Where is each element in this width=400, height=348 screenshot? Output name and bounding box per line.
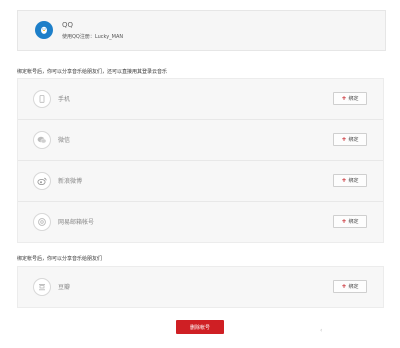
bind-note-1: 绑定帐号后，你可以分享音乐给朋友们，还可以直接用其登录云音乐 xyxy=(17,69,168,75)
bind-row-wechat: 微信 + 绑定 xyxy=(18,120,383,161)
bind-row-douban: 豆瓣 + 绑定 xyxy=(18,267,383,307)
bind-weibo-button[interactable]: + 绑定 xyxy=(333,174,367,187)
wechat-icon xyxy=(33,131,51,149)
bind-row-label: 新浪微博 xyxy=(58,178,83,185)
phone-icon xyxy=(33,90,51,108)
plus-icon: + xyxy=(341,95,347,102)
plus-icon: + xyxy=(341,218,347,225)
bind-list-2: 豆瓣 + 绑定 xyxy=(17,266,384,308)
qq-account-id: 使用QQ注册：Lucky_MAN xyxy=(62,34,124,40)
bind-row-label: 微信 xyxy=(58,137,71,144)
bind-button-label: 绑定 xyxy=(348,284,359,290)
bind-button-label: 绑定 xyxy=(348,137,359,143)
scroll-indicator-icon: ‹ xyxy=(320,327,323,334)
bind-button-label: 绑定 xyxy=(348,219,359,225)
delete-account-button[interactable]: 删除帐号 xyxy=(176,320,224,334)
bind-phone-button[interactable]: + 绑定 xyxy=(333,92,367,105)
bind-wechat-button[interactable]: + 绑定 xyxy=(333,133,367,146)
plus-icon: + xyxy=(341,283,347,290)
bind-list-1: 手机 + 绑定 微信 + 绑定 新浪微博 + 绑定 网易邮箱帐号 + 绑定 xyxy=(17,78,384,243)
bind-button-label: 绑定 xyxy=(348,96,359,102)
netease-mail-icon xyxy=(33,213,51,231)
bind-row-label: 豆瓣 xyxy=(58,284,71,291)
bind-netease-mail-button[interactable]: + 绑定 xyxy=(333,215,367,228)
plus-icon: + xyxy=(341,177,347,184)
qq-account-card: QQ 使用QQ注册：Lucky_MAN xyxy=(17,10,386,51)
qq-account-name: QQ xyxy=(62,21,74,29)
weibo-icon xyxy=(33,172,51,190)
bind-row-label: 网易邮箱帐号 xyxy=(58,219,95,226)
bind-note-2: 绑定帐号后，你可以分享音乐给朋友们 xyxy=(17,256,103,262)
qq-penguin-icon xyxy=(35,21,53,39)
bind-button-label: 绑定 xyxy=(348,178,359,184)
bind-row-weibo: 新浪微博 + 绑定 xyxy=(18,161,383,202)
bind-row-netease-mail: 网易邮箱帐号 + 绑定 xyxy=(18,202,383,242)
bind-row-phone: 手机 + 绑定 xyxy=(18,79,383,120)
douban-icon xyxy=(33,278,51,296)
bind-douban-button[interactable]: + 绑定 xyxy=(333,280,367,293)
plus-icon: + xyxy=(341,136,347,143)
bind-row-label: 手机 xyxy=(58,96,71,103)
